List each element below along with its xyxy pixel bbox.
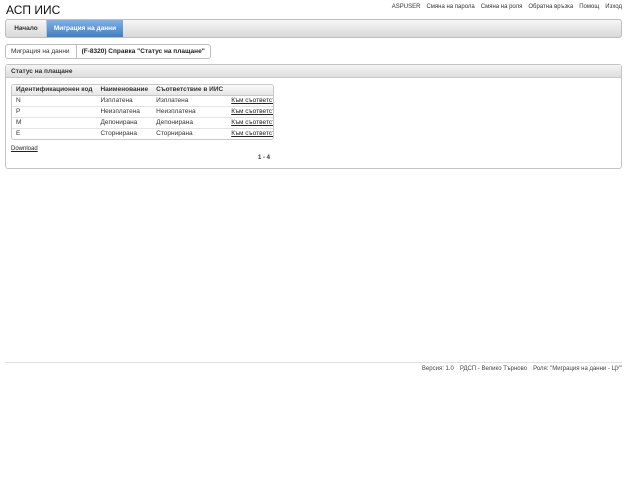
cell-code: E (12, 127, 97, 139)
to-mapping-link[interactable]: Към съответствие (227, 105, 273, 117)
logout-link[interactable]: Изход (605, 4, 622, 10)
cell-code: M (12, 116, 97, 128)
table-row: N Изплатена Изплатена Към съответствие (12, 95, 273, 106)
cell-match: Депонирана (152, 116, 228, 128)
download-link[interactable]: Download (11, 146, 38, 152)
feedback-link[interactable]: Обратна връзка (528, 4, 573, 10)
cell-match: Сторнирана (152, 127, 228, 139)
footer: Версия: 1.0 РДСП - Велико Търново Роля: … (422, 366, 622, 372)
cell-match: Неизплатена (152, 105, 228, 117)
column-header-name[interactable]: Наименование (96, 85, 153, 96)
nav-tab-home[interactable]: Начало (6, 20, 47, 37)
nav-tab-data-migration[interactable]: Миграция на данни (47, 20, 123, 37)
main-nav: Начало Миграция на данни (5, 19, 622, 38)
user-link[interactable]: ASPUSER (392, 4, 421, 10)
to-mapping-link[interactable]: Към съответствие (227, 95, 273, 106)
column-header-match[interactable]: Съответствие в ИИС (152, 85, 228, 96)
app-title: АСП ИИС (6, 3, 61, 17)
footer-office: РДСП - Велико Търново (459, 366, 528, 372)
table-row: E Сторнирана Сторнирана Към съответствие (12, 127, 273, 139)
table-row: M Депонирана Депонирана Към съответствие (12, 116, 273, 128)
to-mapping-link[interactable]: Към съответствие (227, 127, 273, 139)
footer-divider (5, 362, 622, 363)
top-links: ASPUSER Смяна на парола Смяна на роля Об… (392, 4, 622, 10)
column-header-action (227, 85, 273, 96)
cell-name: Сторнирана (96, 127, 153, 139)
cell-code: P (12, 105, 97, 117)
panel-title: Статус на плащане (6, 65, 621, 78)
footer-version: Версия: 1.0 (421, 366, 454, 372)
footer-role: Роля: "Миграция на данни - ЦУ" (533, 366, 622, 372)
cell-name: Неизплатена (96, 105, 153, 117)
table-row: P Неизплатена Неизплатена Към съответств… (12, 105, 273, 117)
help-link[interactable]: Помощ (579, 4, 599, 10)
payment-status-panel: Статус на плащане Идентификационен код Н… (5, 64, 622, 169)
cell-name: Депонирана (96, 116, 153, 128)
cell-name: Изплатена (100, 97, 133, 104)
grid-header-row: Идентификационен код Наименование Съотве… (12, 85, 273, 96)
change-role-link[interactable]: Смяна на роля (481, 4, 523, 10)
cell-match: Изплатена (156, 97, 189, 104)
to-mapping-link[interactable]: Към съответствие (227, 116, 273, 128)
payment-status-grid: Идентификационен код Наименование Съотве… (11, 84, 274, 140)
column-header-code[interactable]: Идентификационен код (12, 85, 97, 96)
pager-range: 1 - 4 (258, 155, 271, 161)
breadcrumb-current: (F-8320) Справка "Статус на плащане" (81, 48, 205, 55)
breadcrumb-parent[interactable]: Миграция на данни (6, 45, 77, 58)
cell-code: N (16, 97, 21, 104)
change-password-link[interactable]: Смяна на парола (426, 4, 474, 10)
breadcrumb: Миграция на данни (F-8320) Справка "Стат… (5, 44, 211, 59)
